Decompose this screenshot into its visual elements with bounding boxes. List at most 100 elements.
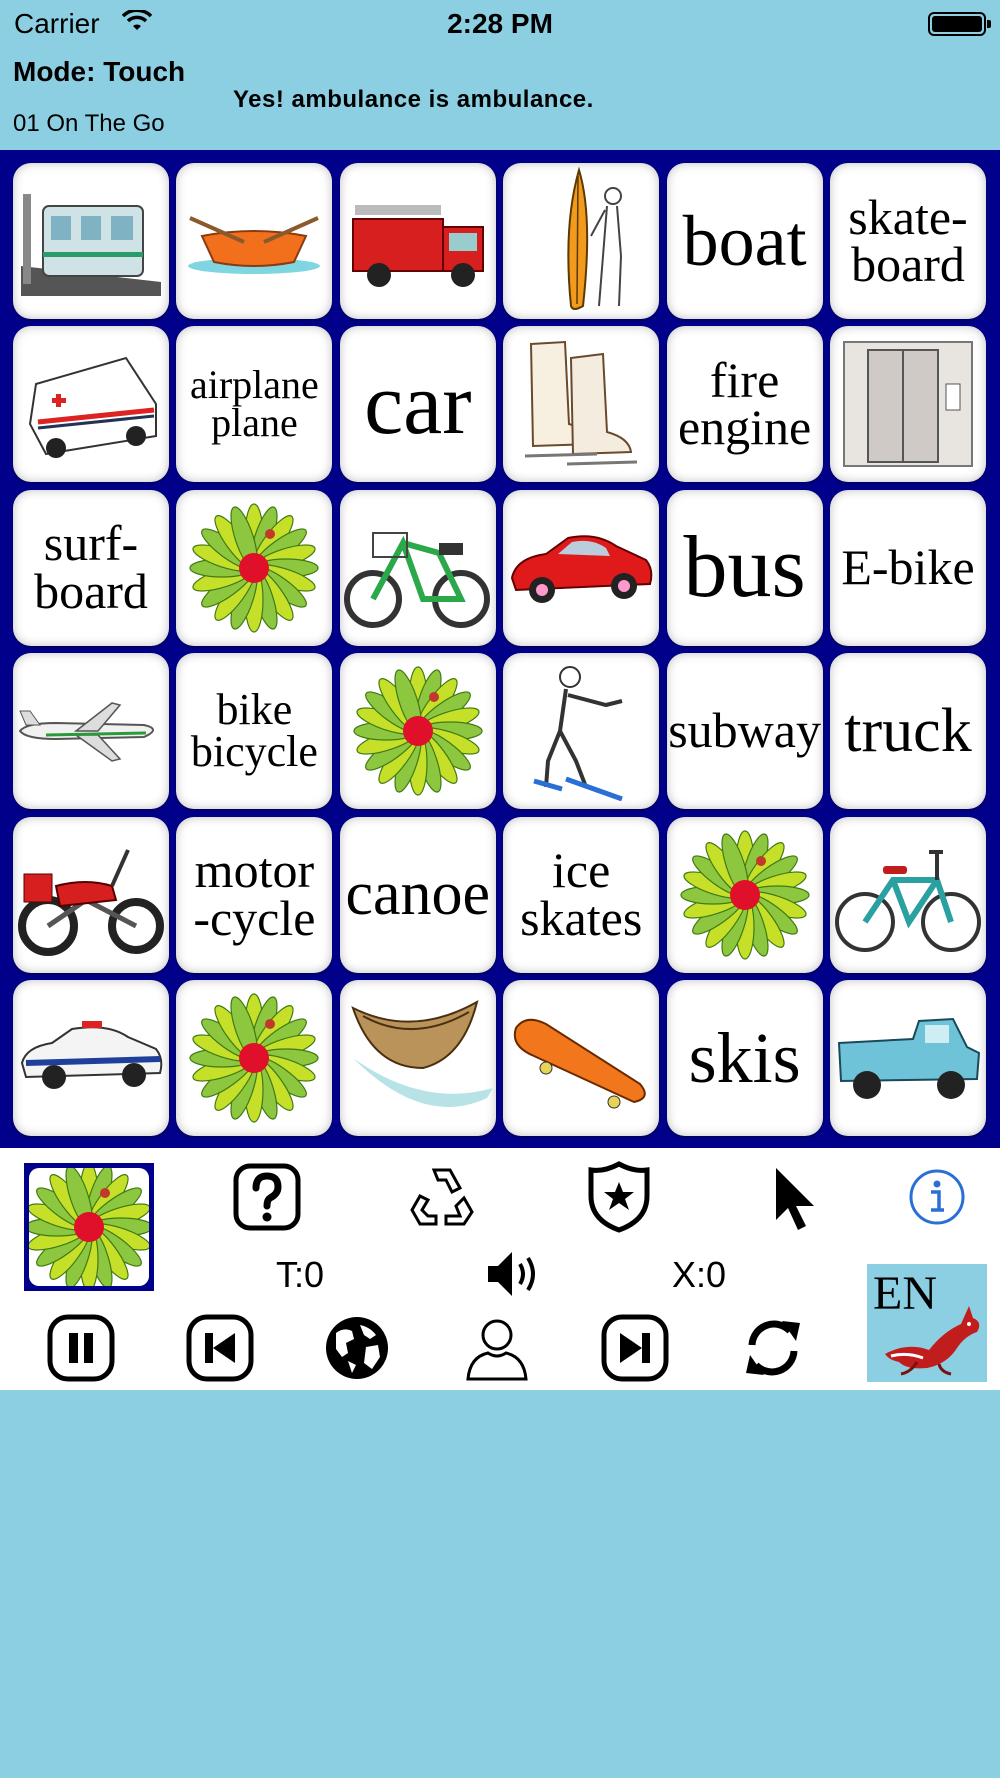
tile-word-line: car xyxy=(364,355,472,453)
subway-train-icon xyxy=(21,186,161,296)
tile-word-line: boat xyxy=(682,200,807,281)
skateboard-icon xyxy=(506,998,656,1118)
game-tile[interactable] xyxy=(666,816,823,973)
language-button[interactable]: EN xyxy=(867,1264,987,1382)
game-tile[interactable]: skate-board xyxy=(830,163,986,319)
tile-word-line: E-bike xyxy=(841,539,975,596)
tile-word-line: canoe xyxy=(345,860,491,929)
game-tile[interactable] xyxy=(13,816,169,973)
tile-word-line: board xyxy=(851,236,965,292)
status-time: 2:28 PM xyxy=(447,8,553,39)
game-tile[interactable]: motor -cycle xyxy=(176,816,333,973)
battery-icon xyxy=(928,12,991,36)
deck-name[interactable]: 01 On The Go xyxy=(13,110,165,138)
rowboat-icon xyxy=(184,196,324,286)
motorcycle-icon xyxy=(16,830,166,960)
game-tile[interactable]: bike bicycle xyxy=(176,653,333,810)
game-tile[interactable] xyxy=(176,980,333,1136)
game-tile[interactable]: bus xyxy=(666,489,823,646)
game-tile[interactable]: boat xyxy=(666,163,823,319)
game-tile[interactable] xyxy=(830,816,986,973)
tile-word-line: motor xyxy=(194,842,315,899)
game-tile[interactable]: car xyxy=(339,326,496,483)
game-tile[interactable] xyxy=(503,326,660,483)
bicycle-icon xyxy=(833,830,983,960)
game-tile[interactable] xyxy=(339,980,496,1136)
user-icon[interactable] xyxy=(462,1313,532,1383)
game-tile[interactable] xyxy=(13,163,169,319)
game-tile[interactable] xyxy=(13,326,169,483)
game-tile[interactable] xyxy=(503,163,660,319)
game-tile[interactable]: airplane plane xyxy=(176,326,333,483)
tile-word-line: skate- xyxy=(848,188,968,245)
mistake-counter: X:0 xyxy=(672,1254,727,1295)
e-bike-icon xyxy=(343,503,493,633)
ice-skates-icon xyxy=(511,334,651,474)
pause-icon[interactable] xyxy=(46,1313,116,1383)
tile-word: bike bicycle xyxy=(190,685,318,777)
previous-icon[interactable] xyxy=(185,1313,255,1383)
tile-word: surf-board xyxy=(34,519,148,616)
feedback-message: Yes! ambulance is ambulance. xyxy=(233,86,594,113)
tile-word-line: ice xyxy=(552,842,611,899)
status-bar: Carrier 2:28 PM xyxy=(0,0,1000,50)
elevator-icon xyxy=(838,334,978,474)
flower-icon xyxy=(675,825,815,965)
tile-word: ice skates xyxy=(520,842,643,946)
game-tile[interactable]: ice skates xyxy=(503,816,660,973)
game-tile[interactable] xyxy=(503,980,660,1136)
tile-word: E-bike xyxy=(841,539,975,596)
tile-word: subway xyxy=(668,702,821,759)
recycle-icon[interactable] xyxy=(406,1160,478,1232)
game-tile[interactable] xyxy=(176,489,333,646)
selected-card[interactable] xyxy=(24,1163,154,1291)
game-tile[interactable]: fire engine xyxy=(666,326,823,483)
next-icon[interactable] xyxy=(600,1313,670,1383)
shield-star-icon[interactable] xyxy=(586,1160,652,1234)
game-tile[interactable]: canoe xyxy=(339,816,496,973)
game-tile[interactable] xyxy=(339,163,496,319)
canoe-icon xyxy=(343,988,493,1128)
tile-word: boat xyxy=(682,200,807,281)
help-icon[interactable] xyxy=(232,1162,302,1232)
game-tile[interactable] xyxy=(13,653,169,810)
fox-mascot-icon xyxy=(885,1306,980,1376)
game-tile[interactable] xyxy=(339,653,496,810)
tile-word-line: bike xyxy=(216,685,293,735)
tile-word-line: bicycle xyxy=(190,727,318,777)
tile-word-line: subway xyxy=(668,702,821,759)
tile-word: airplane plane xyxy=(190,365,319,446)
game-tile[interactable] xyxy=(13,980,169,1136)
game-tile[interactable] xyxy=(503,489,660,646)
tile-word-line: skates xyxy=(520,889,643,946)
mode-label: Mode: Touch xyxy=(13,56,186,87)
tile-word-line: plane xyxy=(211,400,298,446)
game-tile[interactable]: surf-board xyxy=(13,489,169,646)
game-tile[interactable]: truck xyxy=(830,653,986,810)
flower-icon xyxy=(29,1168,149,1286)
tile-word: canoe xyxy=(345,860,491,929)
flower-icon xyxy=(184,498,324,638)
tile-word-line: truck xyxy=(844,696,972,765)
game-tile[interactable] xyxy=(176,163,333,319)
game-tile[interactable] xyxy=(339,489,496,646)
globe-icon[interactable] xyxy=(322,1313,392,1383)
game-tile[interactable]: E-bike xyxy=(830,489,986,646)
speaker-icon[interactable] xyxy=(484,1248,540,1300)
tile-word-line: fire xyxy=(709,351,780,408)
game-tile[interactable]: subway xyxy=(666,653,823,810)
fire-engine-icon xyxy=(343,191,493,291)
refresh-icon[interactable] xyxy=(738,1313,808,1383)
flower-icon xyxy=(184,988,324,1128)
timer-counter: T:0 xyxy=(276,1254,325,1295)
game-tile[interactable]: skis xyxy=(666,980,823,1136)
tile-word: motor -cycle xyxy=(193,842,315,942)
surfboard-icon xyxy=(521,166,641,316)
red-car-icon xyxy=(506,518,656,618)
info-icon[interactable] xyxy=(908,1168,966,1226)
pointer-icon[interactable] xyxy=(770,1164,830,1234)
game-tile[interactable] xyxy=(830,980,986,1136)
game-tile[interactable] xyxy=(503,653,660,810)
game-tile[interactable] xyxy=(830,326,986,483)
tile-word: bus xyxy=(683,524,805,612)
